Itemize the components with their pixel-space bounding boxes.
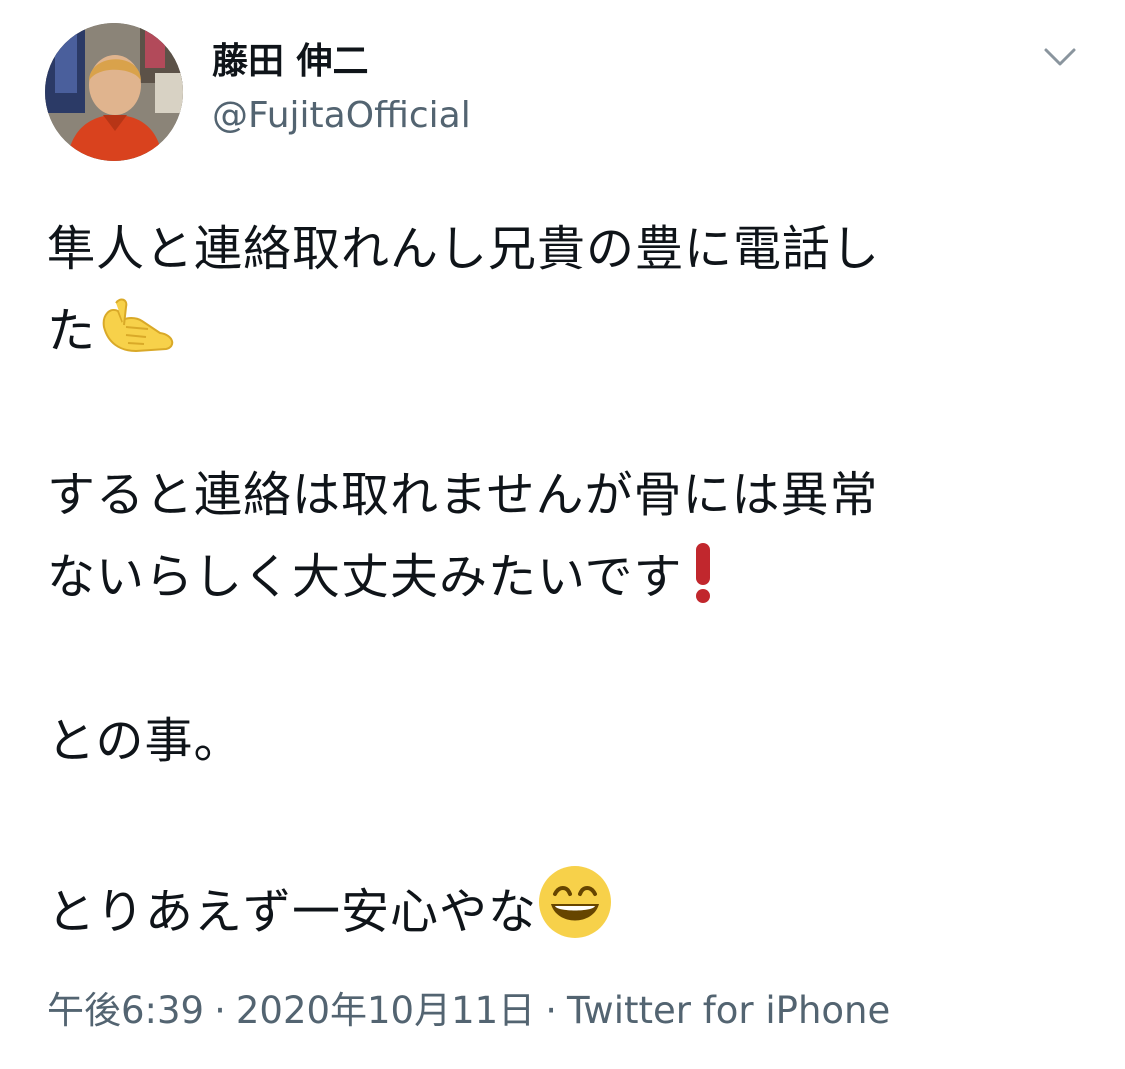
tweet-line: た [47,290,1087,372]
chevron-down-icon[interactable] [1040,40,1080,74]
grinning-face-emoji [537,864,613,965]
tweet-line-text: た [47,303,97,359]
red-exclamation-emoji [683,541,723,630]
tweet-line-text: ないらしく大丈夫みたいです [47,549,683,605]
tweet-line-text: すると連絡は取れませんが骨には異常 [47,467,879,523]
tweet-line: との事。 [47,700,1087,782]
tweet-meta: 午後6:39 · 2020年10月11日 · Twitter for iPhone [47,986,890,1036]
meta-separator: · [545,989,557,1032]
display-name[interactable]: 藤田 伸二 [212,40,369,84]
tweet-line: とりあえず一安心やな [47,864,1087,946]
tweet-line: 隼人と連絡取れんし兄貴の豊に電話し [47,208,1087,290]
tweet-line: ないらしく大丈夫みたいです [47,536,1087,618]
call-me-hand-emoji [96,297,180,384]
tweet-time[interactable]: 午後6:39 [47,989,204,1032]
avatar-image [45,23,183,161]
tweet: 藤田 伸二 @FujitaOfficial 隼人と連絡取れんし兄貴の豊に電話し … [0,0,1125,1069]
tweet-date[interactable]: 2020年10月11日 [236,989,535,1032]
tweet-line-text: との事。 [47,713,243,769]
tweet-client[interactable]: Twitter for iPhone [567,989,890,1032]
tweet-text: 隼人と連絡取れんし兄貴の豊に電話し た すると連絡は取れませんが骨には異常 ない… [47,208,1087,946]
tweet-line-text: 隼人と連絡取れんし兄貴の豊に電話し [47,221,881,277]
tweet-line: すると連絡は取れませんが骨には異常 [47,454,1087,536]
user-handle[interactable]: @FujitaOfficial [212,94,471,138]
tweet-line-text: とりあえず一安心やな [47,884,538,940]
meta-separator: · [214,989,226,1032]
avatar[interactable] [45,23,183,161]
